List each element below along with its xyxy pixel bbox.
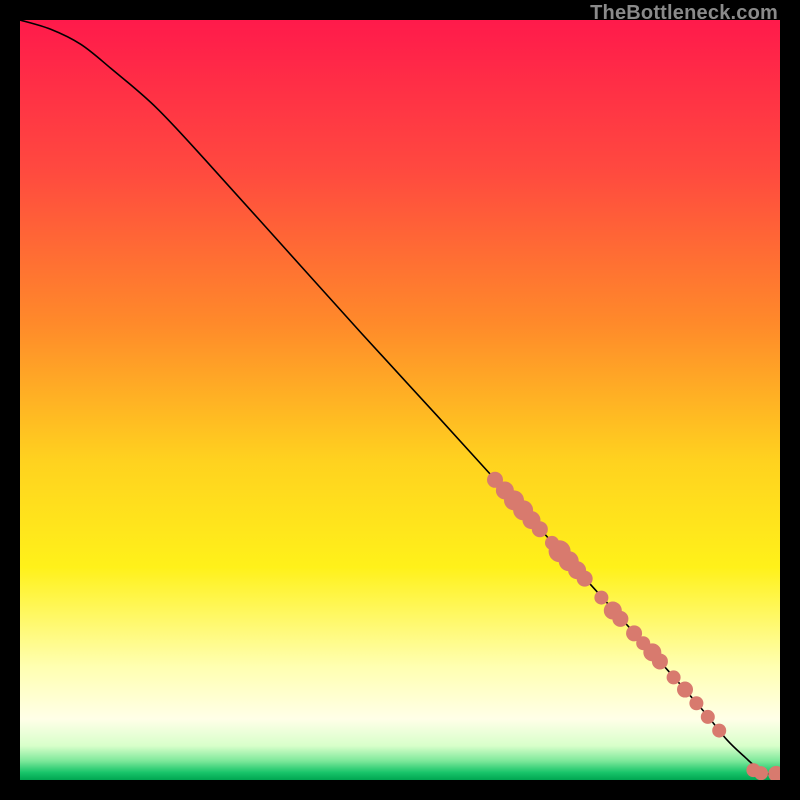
watermark-text: TheBottleneck.com — [590, 2, 778, 25]
data-point — [712, 724, 726, 738]
data-point — [754, 766, 768, 780]
chart-svg — [20, 20, 780, 780]
data-point — [689, 696, 703, 710]
chart-frame — [20, 20, 780, 780]
data-point — [701, 710, 715, 724]
data-point — [677, 682, 693, 698]
data-point — [594, 591, 608, 605]
data-point — [667, 670, 681, 684]
data-point — [577, 571, 593, 587]
data-point — [532, 521, 548, 537]
data-point — [612, 611, 628, 627]
data-point — [652, 653, 668, 669]
